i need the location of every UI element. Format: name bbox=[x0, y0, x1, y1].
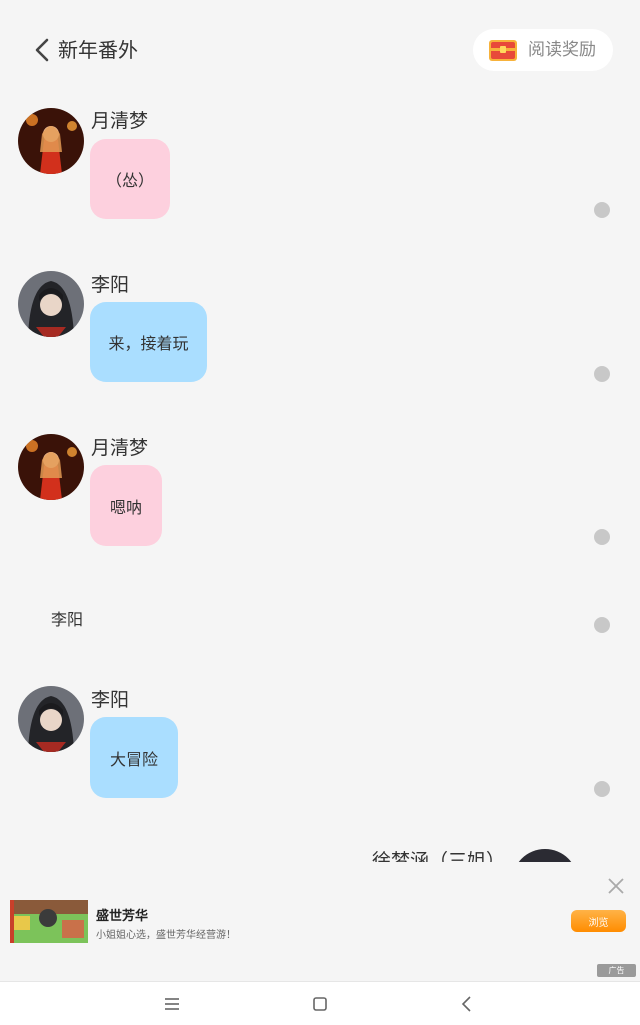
red-dress-girl-avatar-image bbox=[18, 434, 84, 500]
speaker-name: 李阳 bbox=[91, 274, 130, 296]
speaker-name: 李阳 bbox=[91, 689, 130, 711]
speaker-name: 月清梦 bbox=[91, 437, 149, 459]
message-bubble[interactable]: （怂） bbox=[90, 139, 170, 219]
avatar-hooded-boy[interactable] bbox=[18, 271, 84, 337]
back-button[interactable] bbox=[30, 36, 54, 64]
message-bubble[interactable]: 来，接着玩 bbox=[90, 302, 207, 382]
ad-description: 小姐姐心选，盛世芳华经营游！ bbox=[96, 930, 236, 941]
reading-reward-label: 阅读奖励 bbox=[528, 40, 596, 60]
ad-browse-button[interactable]: 浏览 bbox=[571, 910, 626, 932]
comment-dot-button[interactable] bbox=[594, 529, 610, 545]
comment-dot-button[interactable] bbox=[594, 366, 610, 382]
partial-avatar-image bbox=[512, 849, 578, 862]
chat-story-list[interactable]: 月清梦 （怂） 李阳 来，接着玩 月清梦 嗯呐 李阳 李阳 大冒险 徐梦涵（三姐… bbox=[0, 100, 640, 862]
close-icon[interactable] bbox=[606, 876, 626, 896]
ad-title: 盛世芳华 bbox=[96, 909, 149, 924]
top-bar: 新年番外 阅读奖励 bbox=[0, 0, 640, 100]
message-bubble[interactable]: 嗯呐 bbox=[90, 465, 162, 546]
hooded-boy-avatar-image bbox=[18, 686, 84, 752]
ad-banner[interactable]: 盛世芳华 小姐姐心选，盛世芳华经营游！ 浏览 广告 bbox=[0, 862, 640, 980]
avatar-partial[interactable] bbox=[512, 849, 578, 862]
ad-badge[interactable]: 广告 bbox=[597, 964, 636, 977]
hooded-boy-avatar-image bbox=[18, 271, 84, 337]
ad-thumbnail-image[interactable] bbox=[10, 900, 88, 943]
red-dress-girl-avatar-image bbox=[18, 108, 84, 174]
speaker-name: 月清梦 bbox=[91, 110, 149, 132]
treasure-chest-icon bbox=[489, 40, 517, 61]
ad-badge-label: 广告 bbox=[608, 966, 625, 975]
reading-reward-button[interactable]: 阅读奖励 bbox=[473, 29, 613, 71]
comment-dot-button[interactable] bbox=[594, 781, 610, 797]
narration-text: 李阳 bbox=[51, 610, 84, 629]
home-square-icon[interactable] bbox=[310, 994, 330, 1014]
menu-icon[interactable] bbox=[162, 994, 182, 1014]
system-nav-bar bbox=[0, 981, 640, 1025]
comment-dot-button[interactable] bbox=[594, 617, 610, 633]
message-bubble[interactable]: 大冒险 bbox=[90, 717, 178, 798]
back-triangle-icon[interactable] bbox=[457, 994, 477, 1014]
avatar-red-dress-girl[interactable] bbox=[18, 108, 84, 174]
page-title: 新年番外 bbox=[58, 38, 138, 62]
avatar-hooded-boy[interactable] bbox=[18, 686, 84, 752]
speaker-name: 徐梦涵（三姐） bbox=[372, 850, 506, 862]
comment-dot-button[interactable] bbox=[594, 202, 610, 218]
avatar-red-dress-girl[interactable] bbox=[18, 434, 84, 500]
chevron-left-icon bbox=[35, 38, 49, 62]
